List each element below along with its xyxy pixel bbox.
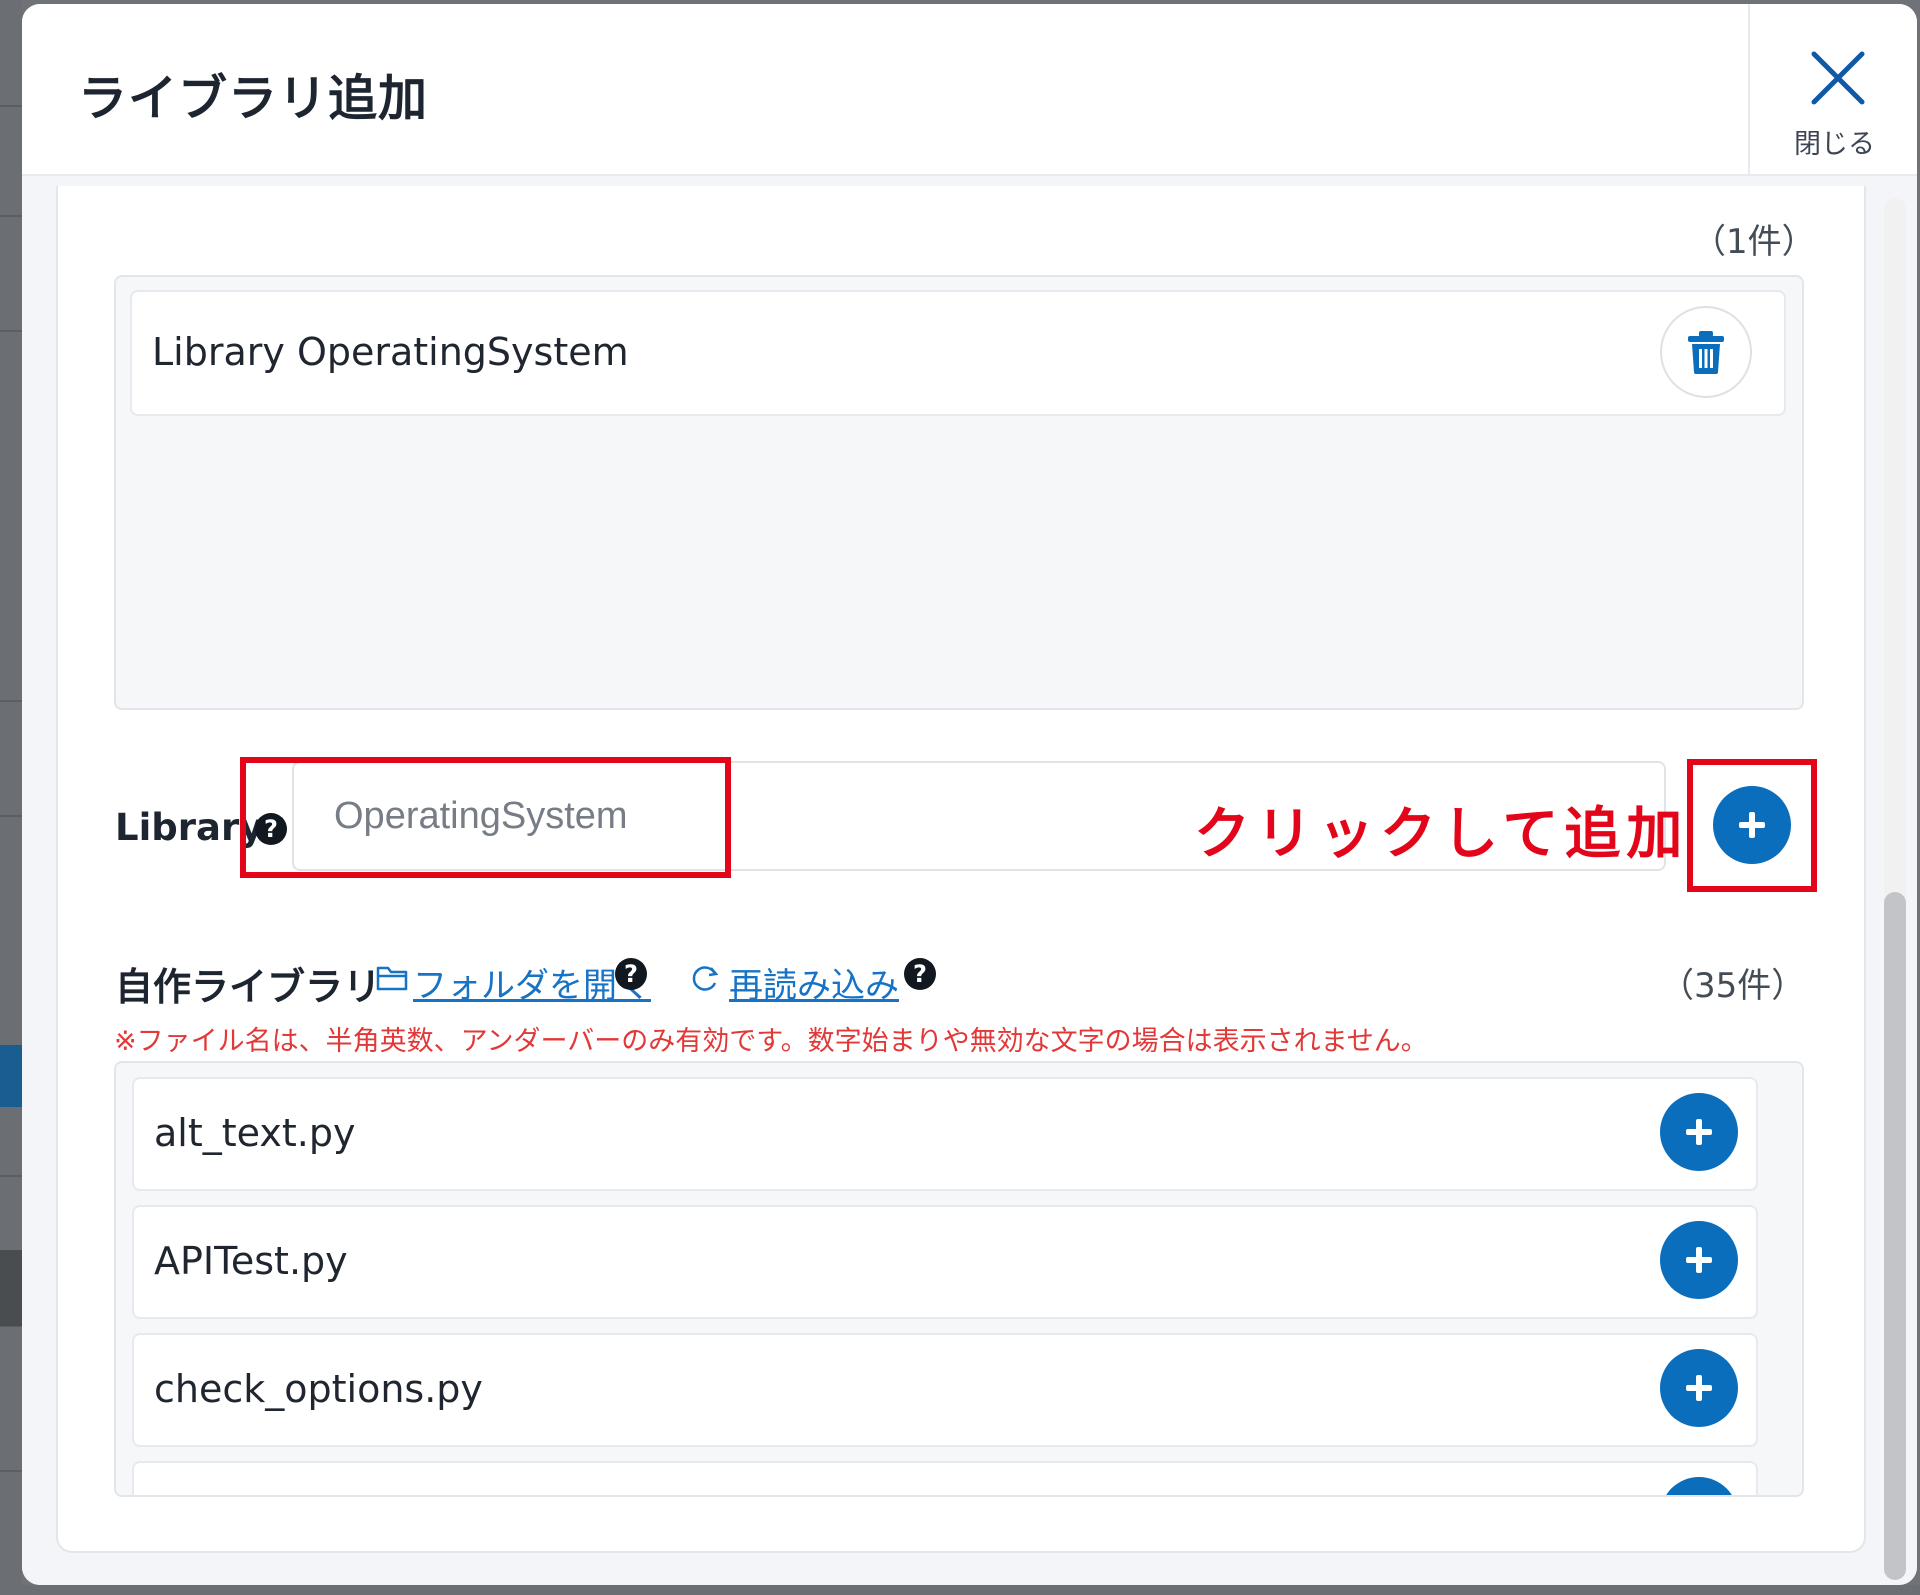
list-scrollbar[interactable] <box>1802 1065 1804 1111</box>
add-custom-library-button[interactable] <box>1660 1221 1738 1299</box>
click-to-add-annotation: クリックして追加 <box>1194 802 1689 867</box>
custom-libraries-title: 自作ライブラリ <box>115 965 382 1009</box>
list-item-label: check_options.py <box>154 1367 483 1411</box>
add-custom-library-button[interactable] <box>1660 1349 1738 1427</box>
filename-warning: ※ファイル名は、半角英数、アンダーバーのみ有効です。数字始まりや無効な文字の場合… <box>114 1026 1428 1057</box>
open-folder-help-icon[interactable]: ? <box>615 958 647 990</box>
background-row <box>0 1250 22 1326</box>
background-divider <box>0 105 22 107</box>
input-highlight-box <box>240 757 731 878</box>
dialog-title: ライブラリ追加 <box>78 70 429 127</box>
background-divider <box>0 700 22 702</box>
dialog-scrollbar-thumb[interactable] <box>1884 892 1906 1580</box>
list-item-label: alt_text.py <box>154 1111 356 1155</box>
background-active-item <box>0 1045 22 1107</box>
add-library-dialog: ライブラリ追加 閉じる （1件） Library OperatingSystem <box>22 4 1917 1585</box>
background-divider <box>0 1175 22 1177</box>
background-divider <box>0 330 22 332</box>
folder-icon[interactable] <box>376 964 410 992</box>
trash-icon <box>1688 331 1724 374</box>
add-custom-library-button[interactable] <box>1660 1477 1738 1495</box>
selected-count: （1件） <box>1692 222 1816 262</box>
close-button[interactable]: 閉じる <box>1748 4 1917 174</box>
add-library-button[interactable] <box>1713 786 1791 864</box>
reload-icon[interactable] <box>689 962 721 994</box>
close-label: 閉じる <box>1794 129 1875 160</box>
reload-help-icon[interactable]: ? <box>904 958 936 990</box>
background-app <box>0 0 22 1595</box>
open-folder-link[interactable]: フォルダを開く <box>413 958 651 1007</box>
close-icon <box>1811 51 1865 105</box>
list-item <box>132 1461 1758 1495</box>
custom-libraries-count: （35件） <box>1660 966 1806 1006</box>
selected-library-item: Library OperatingSystem <box>130 290 1786 416</box>
reload-link[interactable]: 再読み込み <box>729 958 899 1007</box>
background-divider <box>0 1470 22 1472</box>
list-item-label: APITest.py <box>154 1239 348 1283</box>
background-app <box>0 1585 1920 1595</box>
selected-library-label: Library OperatingSystem <box>152 330 629 374</box>
list-item: alt_text.py <box>132 1077 1758 1191</box>
delete-library-button[interactable] <box>1660 306 1752 398</box>
list-item: APITest.py <box>132 1205 1758 1319</box>
dialog-body: （1件） Library OperatingSystem Library ? ク… <box>22 176 1917 1585</box>
add-custom-library-button[interactable] <box>1660 1093 1738 1171</box>
background-divider <box>0 815 22 817</box>
dialog-header: ライブラリ追加 閉じる <box>22 4 1917 176</box>
background-divider <box>0 215 22 217</box>
custom-libraries-list[interactable]: alt_text.py APITest.py check_options.py <box>114 1061 1804 1497</box>
list-item: check_options.py <box>132 1333 1758 1447</box>
